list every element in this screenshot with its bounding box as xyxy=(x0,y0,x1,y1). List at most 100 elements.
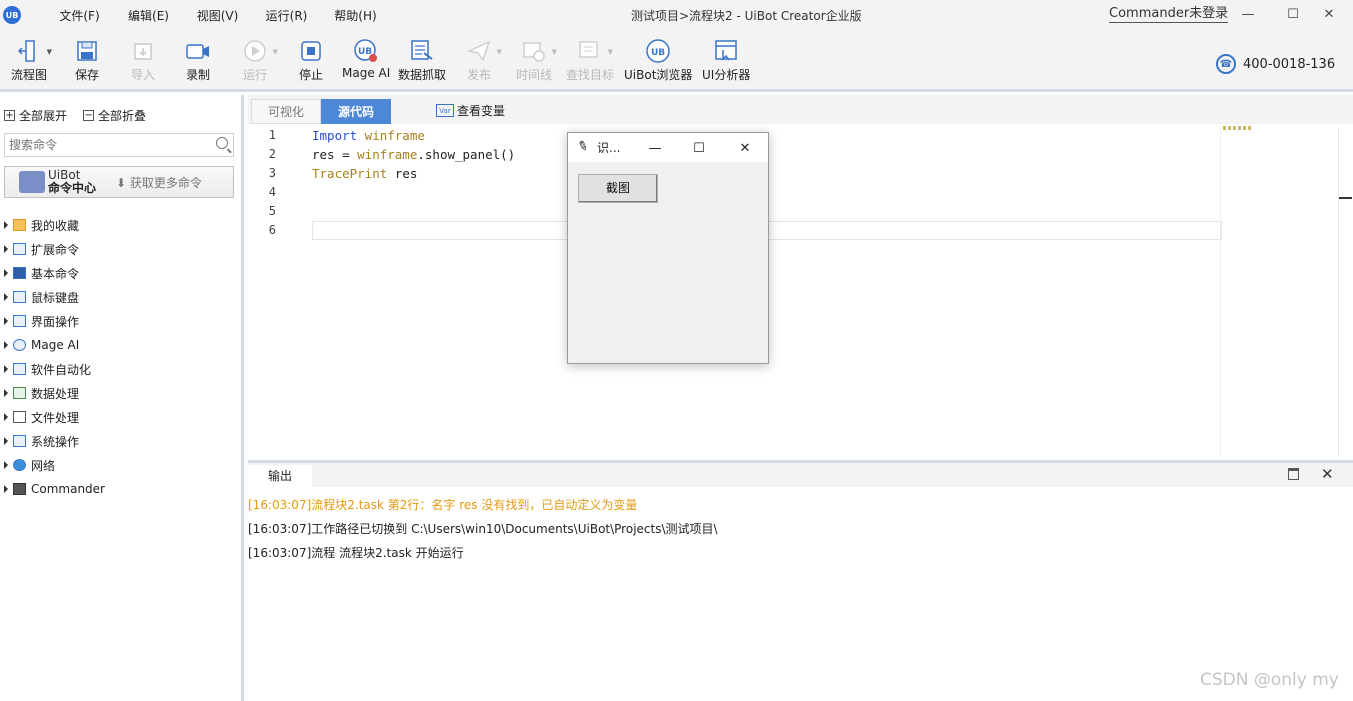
save-button[interactable]: 保存 xyxy=(74,38,100,83)
log-line: [16:03:07]工作路径已切换到 C:\Users\win10\Docume… xyxy=(248,522,718,536)
puzzle-icon xyxy=(19,171,45,193)
editor-scrollbar[interactable] xyxy=(1338,126,1352,456)
menu-edit[interactable]: 编辑(E) xyxy=(114,7,183,24)
editor-tabs: 可视化 源代码 Var 查看变量 xyxy=(248,95,1353,124)
tab-output[interactable]: 输出 xyxy=(248,465,312,487)
expand-arrow-icon[interactable] xyxy=(4,317,8,325)
view-variables-button[interactable]: Var 查看变量 xyxy=(436,102,505,119)
menu-bar: 文件(F) 编辑(E) 视图(V) 运行(R) 帮助(H) xyxy=(45,7,390,24)
tree-item-system[interactable]: 系统操作 xyxy=(4,429,105,453)
tree-item-commander[interactable]: Commander xyxy=(4,477,105,501)
minimize-button[interactable]: — xyxy=(1237,4,1259,24)
log-line: [16:03:07]流程块2.task 第2行：名字 res 没有找到，已自动定… xyxy=(248,498,638,512)
tab-visual[interactable]: 可视化 xyxy=(251,99,321,124)
tree-item-network[interactable]: 网络 xyxy=(4,453,105,477)
window-icon xyxy=(13,315,26,327)
software-icon xyxy=(13,363,26,375)
stop-button[interactable]: 停止 xyxy=(298,38,324,83)
ui-analyzer-icon xyxy=(713,38,739,64)
tree-item-extension[interactable]: 扩展命令 xyxy=(4,237,105,261)
watermark: CSDN @only my xyxy=(1200,670,1339,690)
timeline-button[interactable]: ▼ 时间线 xyxy=(516,38,557,83)
uibot-browser-button[interactable]: UB UiBot浏览器 xyxy=(624,38,692,83)
menu-run[interactable]: 运行(R) xyxy=(252,7,321,24)
tab-source[interactable]: 源代码 xyxy=(321,99,391,124)
search-icon[interactable] xyxy=(216,137,228,149)
flowchart-button[interactable]: ▼ 流程图 xyxy=(11,38,52,83)
command-sidebar: +全部展开 −全部折叠 UiBot 命令中心 ⬇ 获取更多命令 我的收藏 扩展命… xyxy=(0,95,244,701)
code-line: 2 res = winframe.show_panel() xyxy=(268,147,516,162)
tree-item-basic[interactable]: 基本命令 xyxy=(4,261,105,285)
tree-item-ui-ops[interactable]: 界面操作 xyxy=(4,309,105,333)
commander-login-link[interactable]: Commander未登录 xyxy=(1109,6,1229,23)
expand-arrow-icon[interactable] xyxy=(4,413,8,421)
close-button[interactable]: ✕ xyxy=(1318,4,1340,24)
floating-panel-window: ✎ 识... — ☐ ✕ 截图 xyxy=(567,132,769,364)
get-more-commands[interactable]: ⬇ 获取更多命令 xyxy=(116,174,202,191)
data-capture-button[interactable]: 数据抓取 xyxy=(398,38,446,83)
screenshot-button[interactable]: 截图 xyxy=(578,174,658,203)
code-editor: 可视化 源代码 Var 查看变量 1 Import winframe 2 res = … xyxy=(248,95,1353,457)
expand-arrow-icon[interactable] xyxy=(4,245,8,253)
tree-item-software-auto[interactable]: 软件自动化 xyxy=(4,357,105,381)
code-minimap[interactable] xyxy=(1220,126,1338,456)
keyboard-icon xyxy=(13,291,26,303)
import-button[interactable]: 导入 xyxy=(130,38,156,83)
commander-icon xyxy=(13,483,26,495)
command-search-input[interactable] xyxy=(5,134,205,156)
code-line: 1 Import winframe xyxy=(268,128,425,143)
float-maximize-button[interactable]: ☐ xyxy=(688,138,710,158)
menu-view[interactable]: 视图(V) xyxy=(183,7,252,24)
import-icon xyxy=(130,38,156,64)
collapse-all-button[interactable]: − 全部折叠 xyxy=(83,107,146,124)
support-phone: ☎ 400-0018-136 xyxy=(1216,54,1335,74)
float-close-button[interactable]: ✕ xyxy=(734,138,756,158)
float-minimize-button[interactable]: — xyxy=(644,138,666,158)
expand-arrow-icon[interactable] xyxy=(4,269,8,277)
expand-arrow-icon[interactable] xyxy=(4,365,8,373)
phone-icon: ☎ xyxy=(1216,54,1236,74)
extension-icon xyxy=(13,243,26,255)
run-button[interactable]: ▼ 运行 xyxy=(242,38,278,83)
output-panel: 输出 ✕ [16:03:07]流程块2.task 第2行：名字 res 没有找到… xyxy=(248,460,1353,701)
expand-arrow-icon[interactable] xyxy=(4,437,8,445)
menu-help[interactable]: 帮助(H) xyxy=(321,7,390,24)
table-icon xyxy=(13,387,26,399)
mage-ai-button[interactable]: UB Mage AI xyxy=(342,38,390,80)
expand-arrow-icon[interactable] xyxy=(4,485,8,493)
menu-file[interactable]: 文件(F) xyxy=(45,7,114,24)
expand-arrow-icon[interactable] xyxy=(4,461,8,469)
trash-icon[interactable] xyxy=(1288,468,1299,480)
expand-arrow-icon[interactable] xyxy=(4,389,8,397)
tree-item-favorites[interactable]: 我的收藏 xyxy=(4,213,105,237)
tree-item-data[interactable]: 数据处理 xyxy=(4,381,105,405)
ui-analyzer-button[interactable]: UI分析器 xyxy=(702,38,750,83)
window-title: 测试项目>流程块2 - UiBot Creator企业版 xyxy=(631,9,862,23)
expand-arrow-icon[interactable] xyxy=(4,293,8,301)
timeline-icon: ▼ xyxy=(521,38,557,64)
expand-arrow-icon[interactable] xyxy=(4,221,8,229)
tree-item-mouse-keyboard[interactable]: 鼠标键盘 xyxy=(4,285,105,309)
record-camera-icon xyxy=(185,38,211,64)
plus-box-icon: + xyxy=(4,110,15,121)
tree-item-mage-ai[interactable]: Mage AI xyxy=(4,333,105,357)
data-capture-icon xyxy=(409,38,435,64)
code-line: 3 TracePrint res xyxy=(268,166,418,181)
tree-item-file[interactable]: 文件处理 xyxy=(4,405,105,429)
feather-icon: ✎ xyxy=(574,138,591,156)
terminal-icon xyxy=(13,267,26,279)
variable-icon: Var xyxy=(436,104,454,117)
folder-icon xyxy=(13,219,26,231)
close-output-icon[interactable]: ✕ xyxy=(1321,465,1334,483)
command-center-button[interactable]: UiBot 命令中心 ⬇ 获取更多命令 xyxy=(4,166,234,198)
monitor-icon xyxy=(13,435,26,447)
publish-button[interactable]: ▼ 发布 xyxy=(466,38,502,83)
record-button[interactable]: 录制 xyxy=(185,38,211,83)
download-icon: ⬇ xyxy=(116,175,127,190)
maximize-button[interactable]: ☐ xyxy=(1282,4,1304,24)
expand-arrow-icon[interactable] xyxy=(4,341,8,349)
floating-window-titlebar[interactable]: ✎ 识... — ☐ ✕ xyxy=(568,133,768,162)
stop-icon xyxy=(298,38,324,64)
find-target-button[interactable]: ▼ 查找目标 xyxy=(566,38,614,83)
expand-all-button[interactable]: + 全部展开 xyxy=(4,107,67,124)
